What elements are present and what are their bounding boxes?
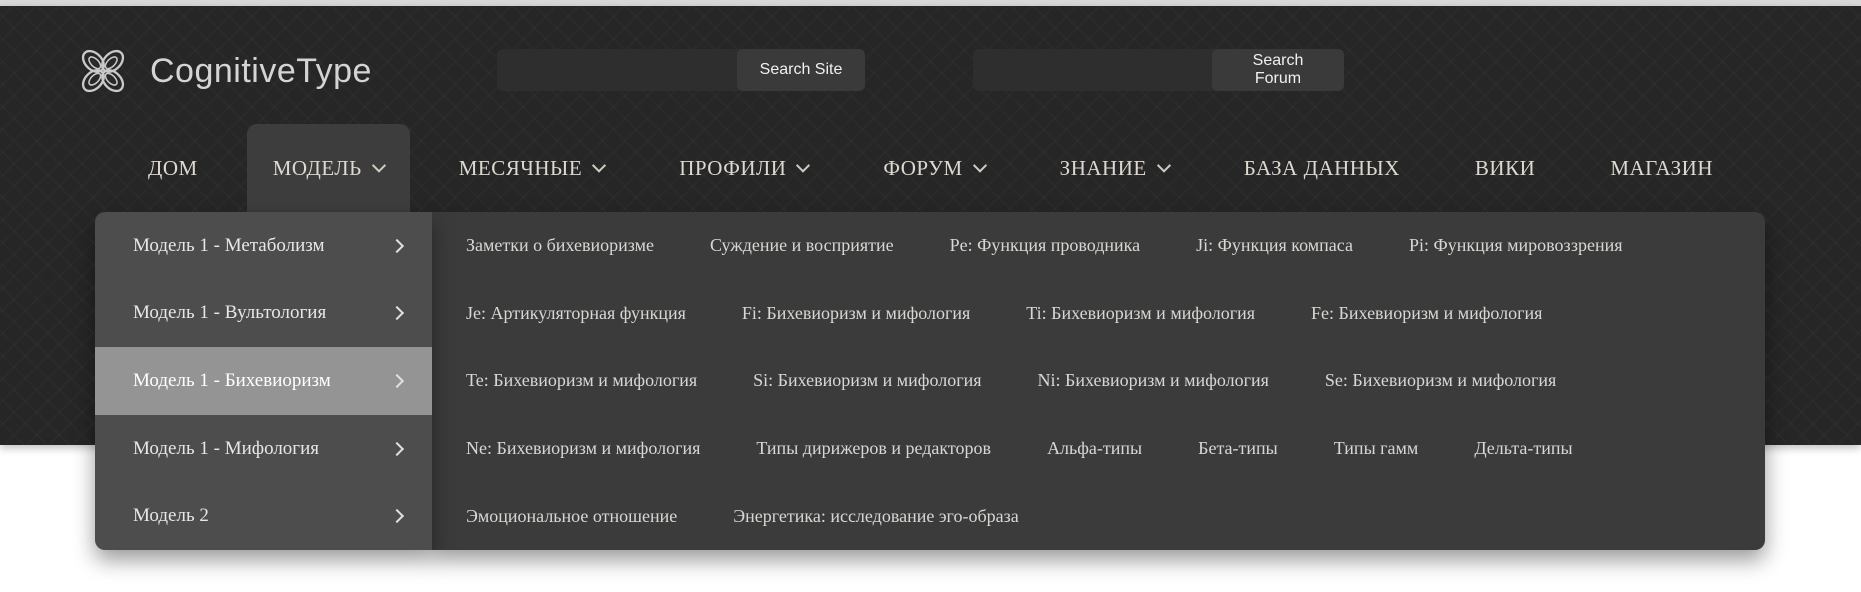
dropdown-item-label: Модель 2 xyxy=(133,505,209,527)
mega-menu-link[interactable]: Pi: Функция мировоззрения xyxy=(1409,235,1623,256)
site-search-input[interactable] xyxy=(497,49,745,91)
forum-search-button[interactable]: Search Forum xyxy=(1212,49,1344,91)
nav-item-label: ПРОФИЛИ xyxy=(679,155,787,180)
mega-menu-link[interactable]: Альфа-типы xyxy=(1047,438,1142,459)
nav-item-home[interactable]: ДОМ xyxy=(122,124,224,212)
nav-item-label: МАГАЗИН xyxy=(1610,155,1713,180)
mega-menu-row: Te: Бихевиоризм и мифология Si: Бихевиори… xyxy=(432,347,1765,415)
mega-menu-link[interactable]: Se: Бихевиоризм и мифология xyxy=(1325,370,1556,391)
mega-menu-link[interactable]: Je: Артикуляторная функция xyxy=(466,303,686,324)
dropdown-item-label: Модель 1 - Вультология xyxy=(133,302,327,324)
dropdown-item-model1-metabolism[interactable]: Модель 1 - Метаболизм xyxy=(95,212,432,280)
chevron-right-icon xyxy=(389,238,405,253)
mega-menu-link[interactable]: Si: Бихевиоризм и мифология xyxy=(753,370,981,391)
mega-menu-link[interactable]: Fe: Бихевиоризм и мифология xyxy=(1311,303,1542,324)
chevron-down-icon xyxy=(1156,158,1171,173)
page-heading: Бихевиоризм xyxy=(130,588,411,592)
nav-item-label: ФОРУМ xyxy=(883,155,963,180)
nav-item-label: МОДЕЛЬ xyxy=(272,155,362,180)
site-logo[interactable]: CognitiveType xyxy=(72,40,372,102)
mega-menu-link[interactable]: Fi: Бихевиоризм и мифология xyxy=(742,303,970,324)
chevron-down-icon xyxy=(972,158,987,173)
logo-text: CognitiveType xyxy=(150,51,372,90)
mega-menu-link[interactable]: Суждение и восприятие xyxy=(710,235,894,256)
chevron-down-icon xyxy=(796,158,811,173)
nav-item-label: ВИКИ xyxy=(1474,155,1536,180)
dropdown-item-model1-mythology[interactable]: Модель 1 - Мифология xyxy=(95,415,432,483)
chevron-right-icon xyxy=(389,441,405,456)
nav-item-label: ЗНАНИЕ xyxy=(1059,155,1147,180)
mega-menu-link[interactable]: Te: Бихевиоризм и мифология xyxy=(466,370,697,391)
main-nav: ДОМ МОДЕЛЬ МЕСЯЧНЫЕ ПРОФИЛИ ФОРУМ ЗНАНИЕ БАЗА … xyxy=(122,124,1739,212)
dropdown-item-model2[interactable]: Модель 2 xyxy=(95,482,432,550)
mega-menu-row: Эмоциональное отношение Энергетика: иссле… xyxy=(432,482,1765,550)
site-search-button[interactable]: Search Site xyxy=(737,49,865,91)
mega-menu-link[interactable]: Ji: Функция компаса xyxy=(1196,235,1353,256)
nav-item-store[interactable]: МАГАЗИН xyxy=(1584,124,1739,212)
mega-menu-link[interactable]: Заметки о бихевиоризме xyxy=(466,235,654,256)
dropdown-item-label: Модель 1 - Метаболизм xyxy=(133,234,325,256)
nav-item-knowledge[interactable]: ЗНАНИЕ xyxy=(1034,124,1195,212)
model-dropdown-left-panel: Модель 1 - Метаболизм Модель 1 - Вультоло… xyxy=(95,212,432,550)
mega-menu-link[interactable]: Дельта-типы xyxy=(1474,438,1572,459)
mega-menu-link[interactable]: Бета-типы xyxy=(1198,438,1278,459)
mega-menu-link[interactable]: Ni: Бихевиоризм и мифология xyxy=(1038,370,1269,391)
model-dropdown-mega-panel: Заметки о бихевиоризме Суждение и восприя… xyxy=(432,212,1765,550)
nav-item-monthlies[interactable]: МЕСЯЧНЫЕ xyxy=(433,124,630,212)
mega-menu-link[interactable]: Энергетика: исследование эго-образа xyxy=(733,506,1019,527)
chevron-right-icon xyxy=(389,509,405,524)
mega-menu-link[interactable]: Эмоциональное отношение xyxy=(466,506,677,527)
nav-item-label: ДОМ xyxy=(148,155,198,180)
chevron-right-icon xyxy=(389,306,405,321)
dropdown-item-label: Модель 1 - Бихевиоризм xyxy=(133,369,331,391)
mega-menu-link[interactable]: Ne: Бихевиоризм и мифология xyxy=(466,438,700,459)
nav-item-label: БАЗА ДАННЫХ xyxy=(1243,155,1400,180)
dropdown-item-model1-vultology[interactable]: Модель 1 - Вультология xyxy=(95,280,432,348)
forum-search-input[interactable] xyxy=(973,49,1221,91)
mega-menu-row: Ne: Бихевиоризм и мифология Типы дирижеро… xyxy=(432,415,1765,483)
mega-menu-row: Je: Артикуляторная функция Fi: Бихевиориз… xyxy=(432,280,1765,348)
nav-item-database[interactable]: БАЗА ДАННЫХ xyxy=(1218,124,1426,212)
page: CognitiveType Search Site Search Forum Д… xyxy=(0,0,1861,592)
logo-knot-icon xyxy=(72,40,134,102)
chevron-down-icon xyxy=(592,158,607,173)
mega-menu-link[interactable]: Pe: Функция проводника xyxy=(950,235,1141,256)
dropdown-item-label: Модель 1 - Мифология xyxy=(133,437,320,459)
nav-item-profiles[interactable]: ПРОФИЛИ xyxy=(653,124,834,212)
nav-item-model[interactable]: МОДЕЛЬ xyxy=(246,124,410,212)
mega-menu-link[interactable]: Ti: Бихевиоризм и мифология xyxy=(1026,303,1255,324)
nav-item-label: МЕСЯЧНЫЕ xyxy=(458,155,583,180)
chevron-right-icon xyxy=(389,373,405,389)
nav-item-forum[interactable]: ФОРУМ xyxy=(857,124,1010,212)
mega-menu-link[interactable]: Типы гамм xyxy=(1334,438,1419,459)
nav-item-wiki[interactable]: ВИКИ xyxy=(1449,124,1561,212)
mega-menu-row: Заметки о бихевиоризме Суждение и восприя… xyxy=(432,212,1765,280)
mega-menu-link[interactable]: Типы дирижеров и редакторов xyxy=(756,438,991,459)
dropdown-item-model1-behaviorism[interactable]: Модель 1 - Бихевиоризм xyxy=(95,347,432,415)
chevron-down-icon xyxy=(371,158,386,173)
